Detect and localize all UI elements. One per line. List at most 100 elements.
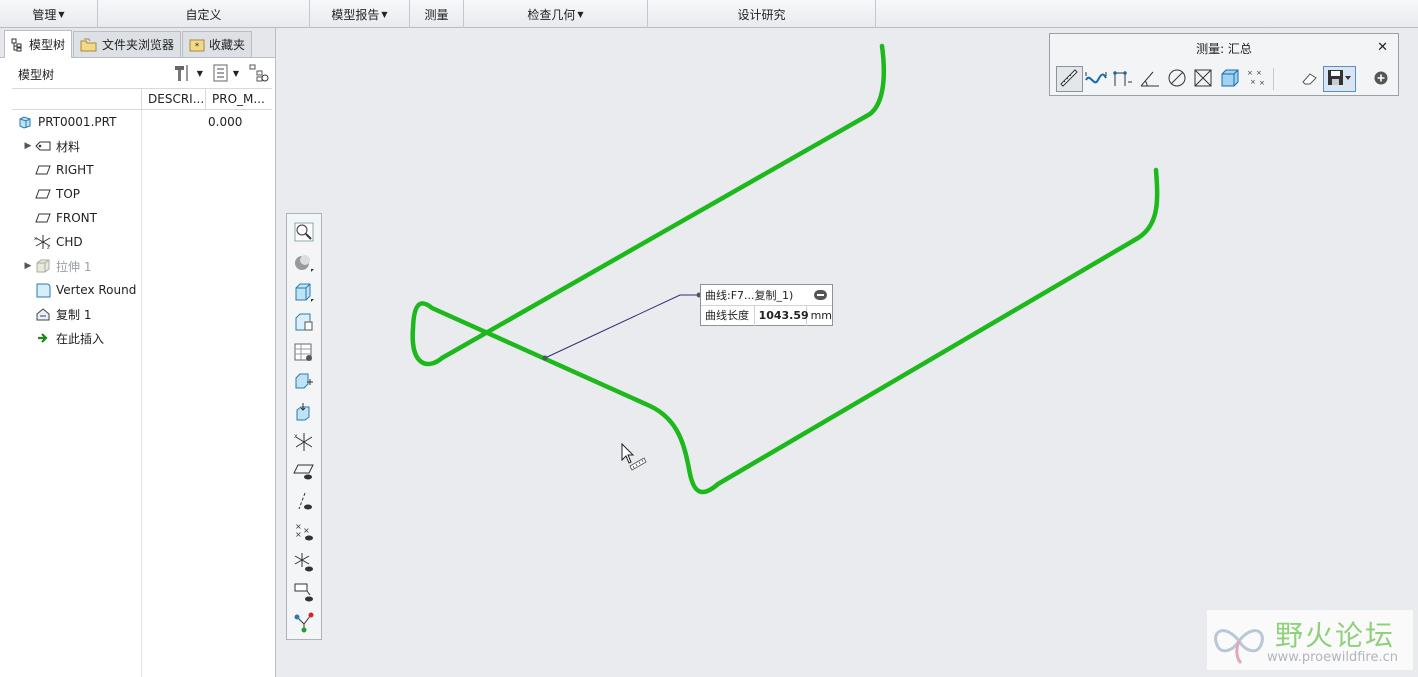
zoom-button[interactable] <box>290 218 318 248</box>
csys-display-button[interactable]: x <box>290 428 318 458</box>
ribbon-group-label: 设计研究 <box>737 7 786 22</box>
column-header-description[interactable]: DESCRI... <box>142 89 206 109</box>
tree-node-top[interactable]: TOP <box>12 182 272 206</box>
tree-node-label: TOP <box>56 187 81 201</box>
ribbon-group-manage[interactable]: 管理 ▼ <box>0 0 98 28</box>
measure-distance-button[interactable] <box>1056 66 1083 92</box>
coordinate-system-icon: x <box>293 431 315 456</box>
measure-area-button[interactable] <box>1190 66 1217 92</box>
tree-node-insert-here[interactable]: 在此插入 <box>12 326 272 350</box>
callout-header: 曲线:F7...复制_1) <box>701 285 832 306</box>
chevron-down-icon: ▼ <box>58 9 65 19</box>
ribbon-group-bar: 管理 ▼ 自定义 模型报告 ▼ 测量 检查几何 ▼ 设计研究 <box>0 0 1418 28</box>
tab-model-tree[interactable]: 模型树 <box>4 30 73 58</box>
axis-display-button[interactable] <box>290 488 318 518</box>
zoom-icon <box>294 222 314 245</box>
point-display-icon: × × × <box>293 522 315 545</box>
model-tree: PRT0001.PRT 0.000 ▶ 材料 RIGHT TOP FRONT x… <box>12 110 272 350</box>
tree-node-extrude[interactable]: ▶ 拉伸 1 <box>12 254 272 278</box>
perspective-view-button[interactable] <box>290 338 318 368</box>
model-tree-title: 模型树 <box>18 67 55 82</box>
tree-filter-button[interactable] <box>249 64 269 82</box>
tab-folder-browser[interactable]: 文件夹浏览器 <box>73 31 182 57</box>
expand-arrow-icon[interactable]: ▶ <box>22 261 34 271</box>
datum-plane-icon <box>34 186 52 202</box>
ribbon-group-label: 测量 <box>424 7 449 22</box>
measure-volume-button[interactable] <box>1217 66 1244 92</box>
plane-display-icon <box>293 462 315 485</box>
mouse-cursor-icon <box>621 442 647 471</box>
refit-button[interactable] <box>290 368 318 398</box>
tree-node-root-part[interactable]: PRT0001.PRT 0.000 <box>12 110 272 134</box>
close-icon[interactable]: ✕ <box>1377 40 1388 55</box>
chevron-down-icon: ▼ <box>381 9 388 19</box>
tab-favorites[interactable]: * 收藏夹 <box>182 31 253 57</box>
view-toolbar: x × × × <box>286 213 322 640</box>
tab-label: 收藏夹 <box>209 38 246 52</box>
chevron-down-icon: ▼ <box>577 9 584 19</box>
material-icon <box>34 138 52 154</box>
spin-center-button[interactable] <box>290 398 318 428</box>
plane-display-button[interactable] <box>290 458 318 488</box>
ribbon-group-label: 检查几何 <box>527 7 576 22</box>
show-menu-button[interactable]: ▼ <box>213 64 239 82</box>
perspective-icon <box>293 342 315 365</box>
svg-text:×: × <box>1259 79 1265 87</box>
hammer-icon <box>173 64 193 82</box>
ribbon-group-measure[interactable]: 测量 <box>410 0 464 28</box>
saved-orientations-button[interactable] <box>290 278 318 308</box>
svg-text:z: z <box>47 245 50 250</box>
display-style-button[interactable] <box>290 248 318 278</box>
tree-node-label: FRONT <box>56 211 97 225</box>
measure-diameter-button[interactable] <box>1163 66 1190 92</box>
point-display-button[interactable]: × × × <box>290 518 318 548</box>
settings-menu-button[interactable]: ▼ <box>173 64 203 82</box>
tree-filter-icon <box>249 64 269 82</box>
volume-measure-icon <box>1220 68 1240 91</box>
model-tree-toolbar: 模型树 ▼ ▼ <box>0 58 275 90</box>
tree-node-material[interactable]: ▶ 材料 <box>12 134 272 158</box>
expand-arrow-icon[interactable]: ▶ <box>22 141 34 151</box>
ribbon-group-customize[interactable]: 自定义 <box>98 0 310 28</box>
tree-node-copy[interactable]: 复制 1 <box>12 302 272 326</box>
measure-angle-button[interactable] <box>1136 66 1163 92</box>
minimize-icon[interactable] <box>814 290 827 300</box>
tree-column-name[interactable] <box>12 89 142 109</box>
tree-node-label: CHD <box>56 235 83 249</box>
watermark-url: www.proewildfire.cn <box>1267 650 1398 665</box>
save-button[interactable] <box>1323 66 1356 92</box>
tree-node-front[interactable]: FRONT <box>12 206 272 230</box>
tree-node-chd[interactable]: xz CHD <box>12 230 272 254</box>
measurement-callout[interactable]: 曲线:F7...复制_1) 曲线长度 1043.59 mm <box>700 284 833 326</box>
column-header-pro-mp[interactable]: PRO_M... <box>206 89 272 109</box>
csys-visibility-button[interactable] <box>290 548 318 578</box>
measure-transform-button[interactable]: × × × × <box>1244 66 1271 92</box>
view-manager-button[interactable] <box>290 308 318 338</box>
clear-button[interactable] <box>1296 66 1323 92</box>
expand-panel-button[interactable] <box>1367 66 1394 92</box>
ribbon-group-model-report[interactable]: 模型报告 ▼ <box>310 0 410 28</box>
tree-node-label: Vertex Round <box>56 283 137 297</box>
measure-length-button[interactable] <box>1083 66 1110 92</box>
spin-center-display-button[interactable] <box>290 608 318 638</box>
graphics-window[interactable] <box>280 28 1418 677</box>
measure-toolbar: × × × × <box>1056 66 1394 92</box>
spin-center-display-icon <box>293 611 315 636</box>
annotation-display-icon <box>293 581 315 606</box>
measure-curve-length-button[interactable] <box>1110 66 1137 92</box>
shaded-sphere-icon <box>293 252 315 275</box>
ribbon-group-inspect-geometry[interactable]: 检查几何 ▼ <box>464 0 648 28</box>
annotation-display-button[interactable] <box>290 578 318 608</box>
chevron-down-icon: ▼ <box>232 68 239 78</box>
tree-node-label: 材料 <box>56 139 81 154</box>
measure-dialog-header[interactable]: 测量: 汇总 ✕ <box>1050 34 1398 62</box>
svg-text:×: × <box>1247 69 1253 77</box>
diameter-measure-icon <box>1167 68 1187 91</box>
save-icon <box>1326 68 1352 91</box>
ribbon-group-label: 管理 <box>32 7 57 22</box>
tree-node-vertex-round[interactable]: Vertex Round <box>12 278 272 302</box>
tree-node-right[interactable]: RIGHT <box>12 158 272 182</box>
curve-geometry[interactable] <box>410 43 1160 495</box>
ribbon-group-design-study[interactable]: 设计研究 <box>648 0 876 28</box>
navigator-tabs: 模型树 文件夹浏览器 * 收藏夹 <box>0 28 275 58</box>
